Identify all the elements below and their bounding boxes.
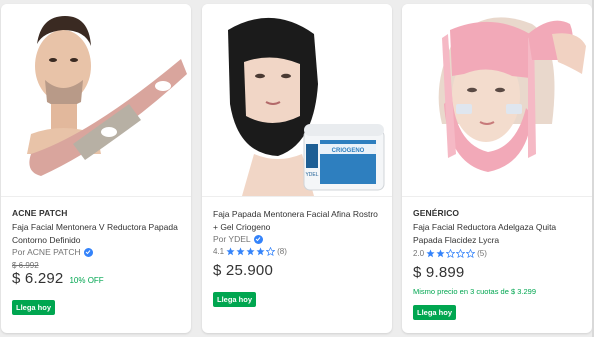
divider — [402, 196, 592, 197]
product-title[interactable]: Faja Facial Mentonera V Reductora Papada… — [12, 221, 183, 246]
star-empty-icon — [446, 249, 456, 258]
product-card[interactable]: GENÉRICO Faja Facial Reductora Adelgaza … — [402, 4, 592, 333]
star-empty-icon — [456, 249, 466, 258]
delivery-badge: Llega hoy — [213, 292, 257, 307]
review-count: (8) — [277, 247, 287, 256]
star-filled-icon — [226, 247, 235, 256]
seller-label: Por YDEL — [213, 234, 251, 244]
rating-value: 4.1 — [213, 247, 225, 256]
rating-row: 2.0 (5) — [413, 249, 584, 258]
verified-icon — [253, 234, 263, 244]
product-card[interactable]: CRIOGENO YDEL Faja Papada Mentonera Faci… — [202, 4, 392, 333]
star-empty-icon — [466, 249, 476, 258]
discount-label: 10% OFF — [69, 276, 104, 285]
rating-stars — [426, 249, 476, 258]
product-title[interactable]: Faja Papada Mentonera Facial Afina Rostr… — [213, 208, 384, 233]
divider — [1, 196, 191, 197]
price: $ 9.899 — [413, 264, 465, 281]
star-filled-icon — [426, 249, 435, 258]
rating-stars — [226, 247, 276, 256]
brand-label: ACNE PATCH — [12, 208, 68, 218]
installments-label: Mismo precio en 3 cuotas de $ 3.299 — [413, 287, 536, 296]
star-filled-icon — [256, 247, 265, 256]
price: $ 6.292 — [12, 270, 64, 287]
brand-label: GENÉRICO — [413, 208, 460, 218]
delivery-badge: Llega hoy — [413, 305, 457, 320]
verified-icon — [83, 247, 93, 257]
product-image[interactable]: CRIOGENO YDEL — [202, 4, 392, 196]
star-filled-icon — [246, 247, 255, 256]
seller-label: Por ACNE PATCH — [12, 247, 81, 257]
product-card[interactable]: ACNE PATCH Faja Facial Mentonera V Reduc… — [1, 4, 191, 333]
rating-value: 2.0 — [413, 249, 425, 258]
star-empty-icon — [266, 247, 276, 256]
jar-brand: YDEL — [305, 172, 318, 178]
product-image[interactable] — [402, 4, 592, 196]
delivery-badge: Llega hoy — [12, 300, 56, 315]
review-count: (5) — [477, 249, 487, 258]
jar-label: CRIOGENO — [332, 148, 365, 154]
original-price: $ 6.992 — [12, 261, 39, 270]
product-image[interactable] — [1, 4, 191, 196]
rating-row: 4.1 (8) — [213, 247, 384, 256]
seller-row: Por ACNE PATCH — [12, 247, 183, 257]
product-title[interactable]: Faja Facial Reductora Adelgaza Quita Pap… — [413, 221, 584, 246]
star-filled-icon — [436, 249, 445, 258]
star-filled-icon — [236, 247, 245, 256]
divider — [202, 196, 392, 197]
seller-row: Por YDEL — [213, 234, 384, 244]
price: $ 25.900 — [213, 262, 273, 279]
